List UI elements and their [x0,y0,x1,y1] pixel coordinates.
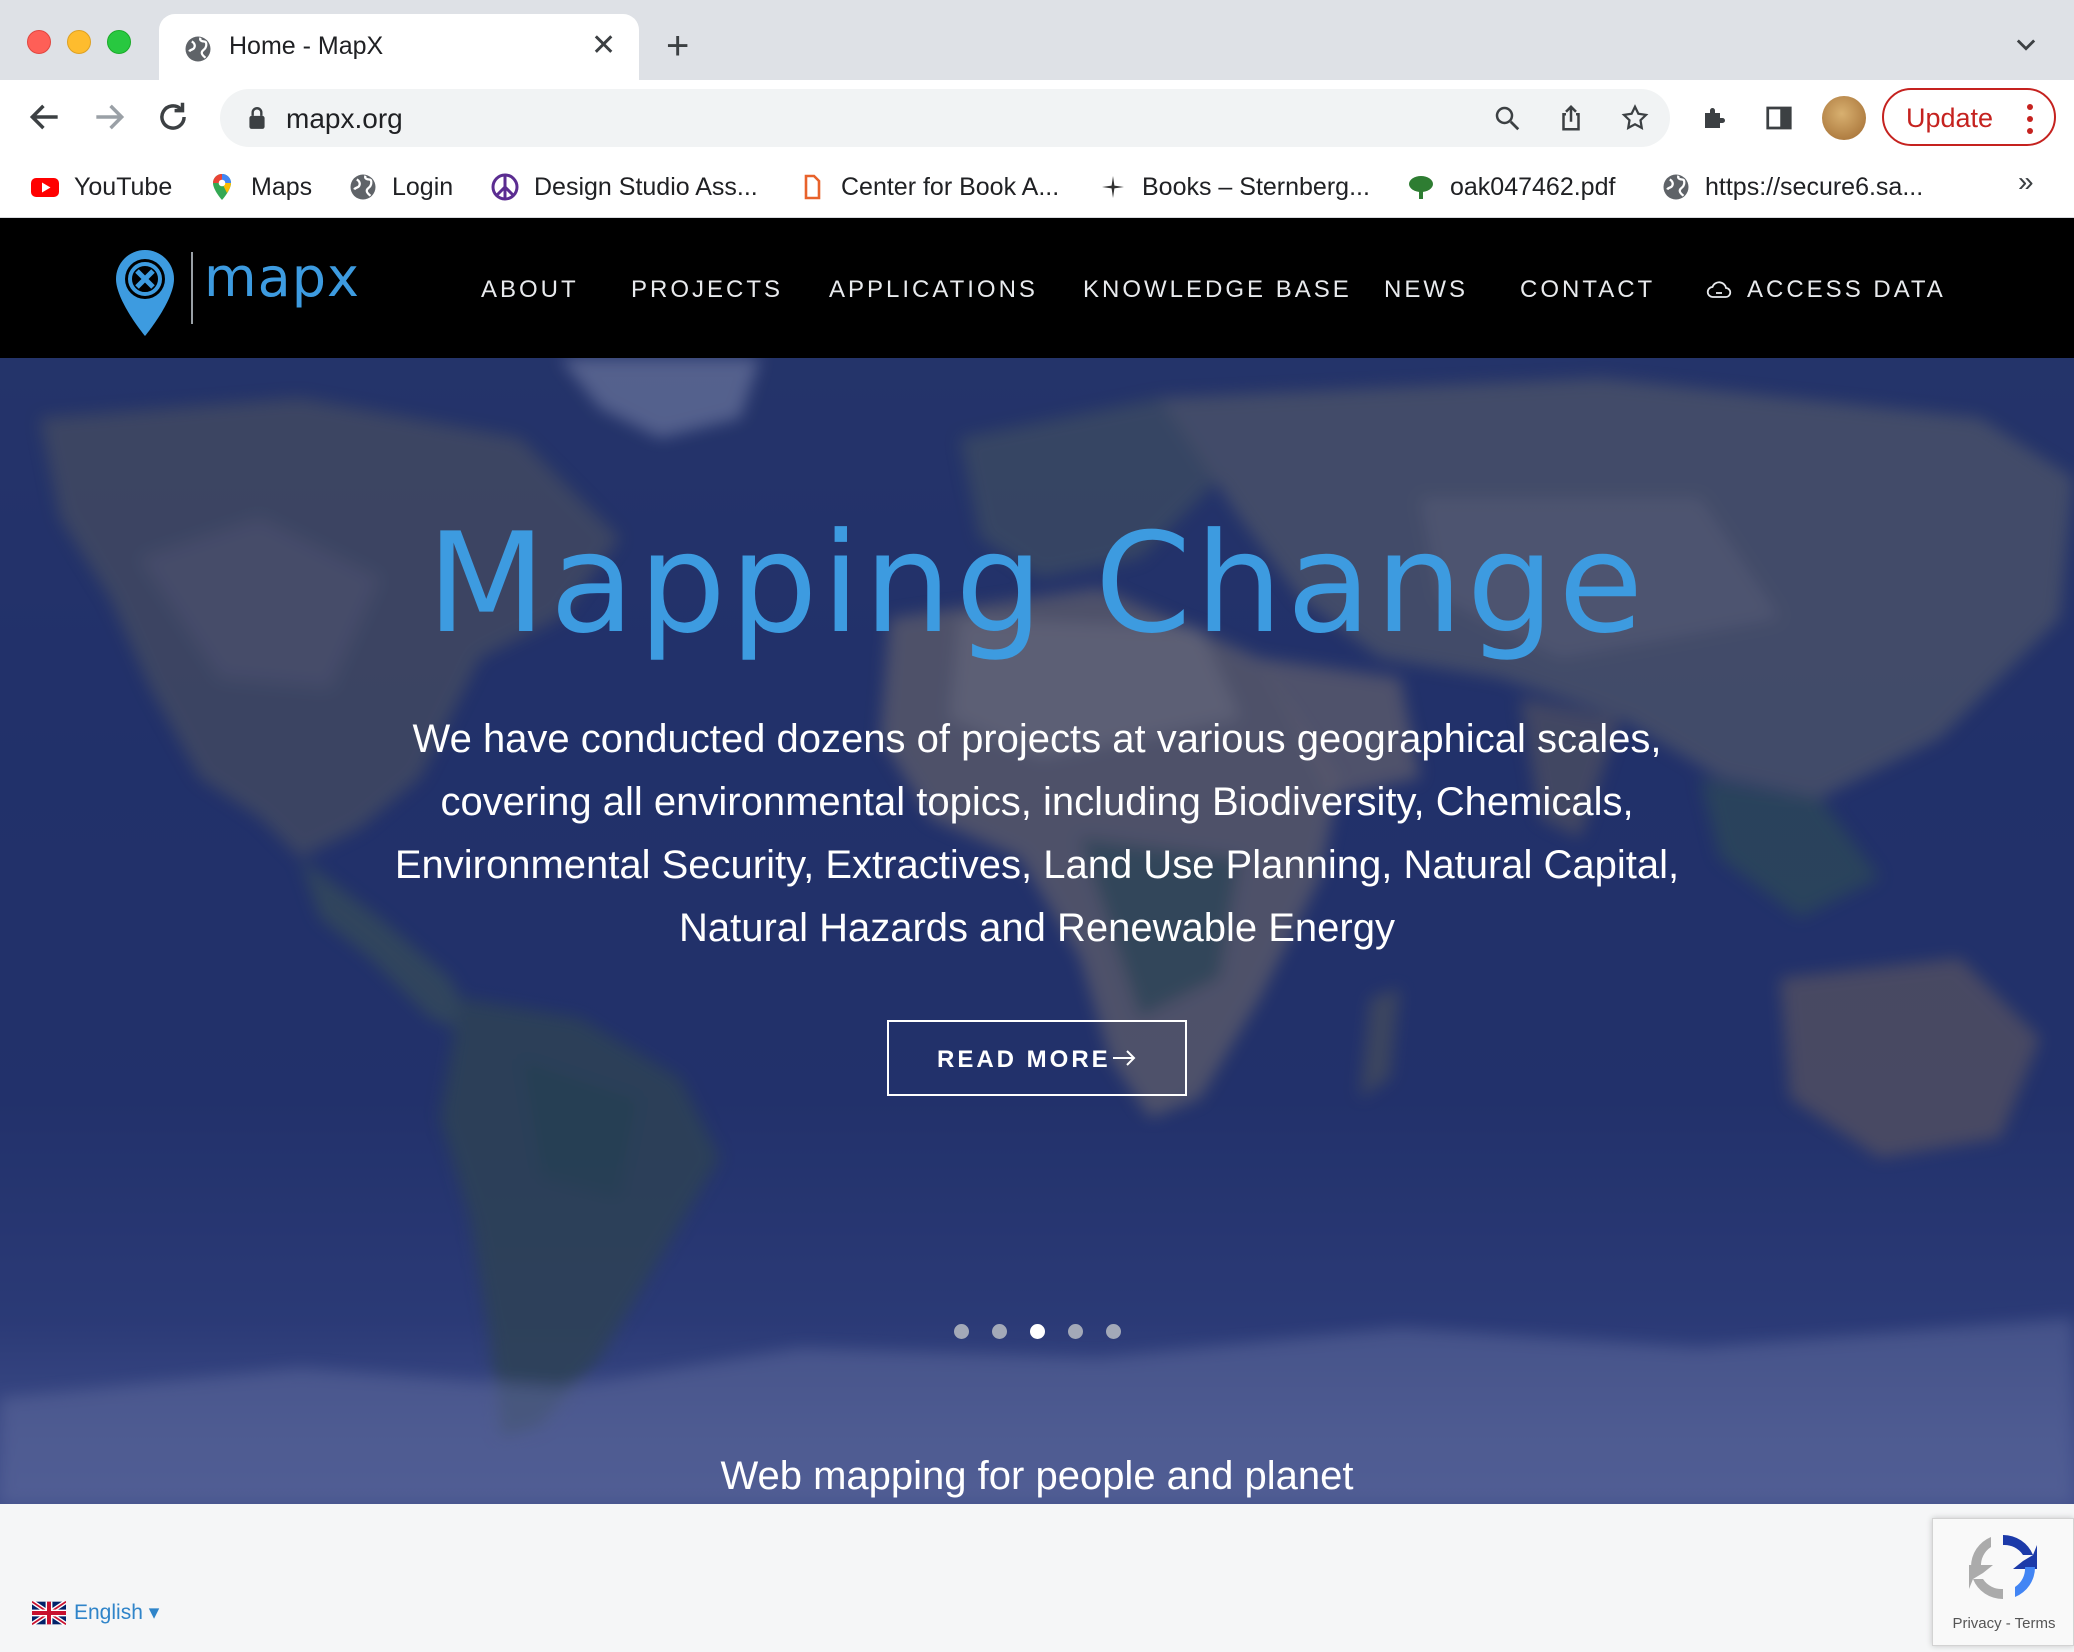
recaptcha-badge[interactable]: Privacy - Terms [1932,1518,2074,1646]
logo-divider [191,252,193,324]
recaptcha-icon [1969,1534,2037,1600]
new-tab-button[interactable]: + [666,26,689,66]
update-label: Update [1906,103,1994,133]
chevron-down-icon[interactable] [2012,30,2040,58]
lock-icon[interactable] [246,105,268,131]
forward-arrow-icon[interactable] [90,98,128,136]
hero-title: Mapping Change [426,503,1648,664]
nav-access-data[interactable]: ACCESS DATA [1747,276,1946,304]
bookmark-label: Books – Sternberg... [1142,172,1370,201]
carousel-dot-1[interactable] [954,1324,969,1339]
cloud-icon [1706,281,1732,298]
side-panel-icon[interactable] [1764,103,1794,133]
language-switcher[interactable]: English ▾ [32,1600,159,1625]
bookmark-label: Design Studio Ass... [534,172,758,201]
bookmark-label: Maps [251,172,313,201]
nav-knowledge-base[interactable]: KNOWLEDGE BASE [1083,276,1352,304]
browser-tab-active[interactable]: Home - MapX ✕ [159,14,639,80]
bookmark-label: Login [392,172,454,201]
globe-icon [350,174,376,200]
hero-description: We have conducted dozens of projects at … [394,717,1680,950]
browser-toolbar: mapx.org Update [0,80,2074,156]
bookmark-label: oak047462.pdf [1450,172,1616,201]
sparkle-icon [1102,176,1124,198]
site-header: mapx ABOUT PROJECTS APPLICATIONS KNOWLED… [0,218,2074,358]
bookmarks-overflow-button[interactable]: » [2018,166,2034,198]
close-window-button[interactable] [27,30,51,54]
share-icon[interactable] [1556,103,1586,133]
bookmark-label: https://secure6.sa... [1705,172,1924,201]
bookmark-youtube[interactable]: YouTube [30,168,172,206]
carousel-dot-3[interactable] [1030,1324,1045,1339]
bookmark-label: Center for Book A... [841,172,1060,201]
nav-about[interactable]: ABOUT [481,276,579,304]
nav-applications[interactable]: APPLICATIONS [829,276,1038,304]
reload-icon[interactable] [154,98,192,136]
nav-projects[interactable]: PROJECTS [631,276,783,304]
profile-avatar[interactable] [1822,96,1866,140]
maximize-window-button[interactable] [107,30,131,54]
hero-tagline: Web mapping for people and planet [720,1454,1354,1498]
bookmark-books-sternberg[interactable]: Books – Sternberg... [1098,168,1370,206]
bookmark-design-studio[interactable]: Design Studio Ass... [490,168,758,206]
uk-flag-icon [32,1600,66,1625]
hero-banner: Mapping Change We have conducted dozens … [0,358,2074,1504]
maps-pin-icon [213,174,231,200]
read-more-label: READ MORE [937,1046,1111,1073]
language-label: English ▾ [74,1601,160,1624]
address-bar[interactable]: mapx.org [220,89,1670,147]
bookmark-secure6[interactable]: https://secure6.sa... [1661,168,1923,206]
minimize-window-button[interactable] [67,30,91,54]
bookmarks-bar: YouTube Maps Login Design Studio Ass... … [0,156,2074,218]
bookmark-login[interactable]: Login [348,168,453,206]
recaptcha-privacy-terms[interactable]: Privacy - Terms [1933,1615,2074,1632]
more-vertical-icon [2027,104,2033,134]
peace-icon [491,173,519,201]
close-tab-icon[interactable]: ✕ [591,28,616,63]
read-more-button[interactable]: READ MORE [887,1020,1187,1096]
globe-icon [185,36,211,62]
bookmark-label: YouTube [74,172,173,201]
update-button[interactable]: Update [1882,88,2056,146]
mapx-logo-pin-icon[interactable] [114,248,176,338]
book-icon [804,174,821,200]
tab-title: Home - MapX [229,32,384,60]
globe-icon [1663,174,1689,200]
back-arrow-icon[interactable] [26,98,64,136]
bookmark-oak-pdf[interactable]: oak047462.pdf [1406,168,1615,206]
nav-contact[interactable]: CONTACT [1520,276,1655,304]
bookmark-maps[interactable]: Maps [207,168,312,206]
browser-tab-strip: Home - MapX ✕ + [0,0,2074,80]
mapx-logo-text[interactable]: mapx [204,246,360,309]
tree-icon [1409,176,1433,199]
arrow-right-icon [1113,1050,1136,1066]
carousel-dot-5[interactable] [1106,1324,1121,1339]
bookmark-center-for-book[interactable]: Center for Book A... [797,168,1059,206]
bookmark-star-icon[interactable] [1620,103,1650,133]
extensions-puzzle-icon[interactable] [1700,103,1730,133]
carousel-dot-4[interactable] [1068,1324,1083,1339]
page-footer-area: English ▾ Privacy - Terms [0,1504,2074,1652]
carousel-dot-2[interactable] [992,1324,1007,1339]
search-icon[interactable] [1492,103,1522,133]
url-text[interactable]: mapx.org [286,103,403,135]
nav-news[interactable]: NEWS [1384,276,1468,304]
youtube-icon [31,178,59,197]
